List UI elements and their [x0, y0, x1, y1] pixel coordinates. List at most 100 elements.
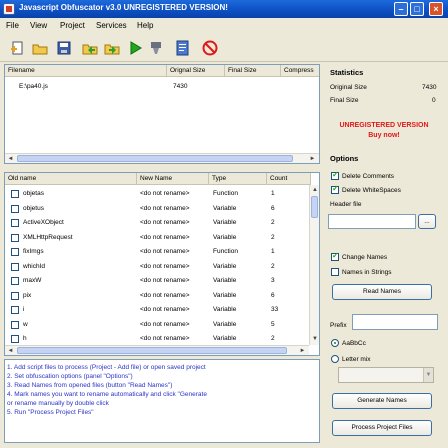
- instruction-line: 3. Read Names from opened files (button …: [7, 382, 173, 389]
- process-project-files-button[interactable]: Process Project Files: [332, 420, 432, 436]
- row-checkbox[interactable]: [11, 219, 19, 227]
- names-header-old[interactable]: Old name: [5, 173, 137, 185]
- new-name-cell: <do not rename>: [140, 233, 190, 241]
- count-cell: 2: [271, 335, 275, 342]
- row-checkbox[interactable]: [11, 320, 19, 329]
- names-in-strings-checkbox[interactable]: [331, 268, 339, 276]
- old-name-cell: w: [23, 320, 28, 328]
- letter-mix-select[interactable]: ▼: [338, 367, 434, 383]
- filter-icon[interactable]: [148, 40, 164, 56]
- table-row[interactable]: whichId <do not rename> Variable 2: [5, 261, 305, 273]
- delete-whitespaces-checkbox[interactable]: [331, 184, 339, 194]
- row-checkbox[interactable]: [11, 248, 19, 256]
- row-checkbox[interactable]: [11, 190, 19, 198]
- aabbcc-radio[interactable]: [331, 339, 339, 347]
- row-checkbox[interactable]: [11, 306, 19, 314]
- files-header-compress[interactable]: Compress: [281, 65, 319, 77]
- buy-now-link[interactable]: Buy now!: [324, 132, 444, 139]
- names-vscroll[interactable]: ▲ ▼: [309, 185, 319, 345]
- files-hscroll[interactable]: ◄ ►: [5, 153, 319, 163]
- prefix-input[interactable]: [352, 314, 438, 330]
- document-icon[interactable]: [175, 40, 191, 56]
- table-row[interactable]: XMLHttpRequest <do not rename> Variable 2: [5, 232, 305, 244]
- change-names-checkbox[interactable]: [331, 251, 339, 261]
- browse-button[interactable]: ...: [418, 214, 436, 229]
- delete-comments-checkbox[interactable]: [331, 170, 339, 180]
- type-cell: Variable: [213, 320, 237, 328]
- open-icon[interactable]: [32, 40, 48, 56]
- letter-mix-radio[interactable]: [331, 355, 339, 363]
- menu-services[interactable]: Services: [96, 21, 127, 30]
- maximize-button[interactable]: □: [410, 2, 424, 16]
- header-file-input[interactable]: [328, 214, 416, 229]
- type-cell: Variable: [213, 306, 237, 313]
- stop-icon[interactable]: [202, 40, 218, 56]
- names-header-new[interactable]: New Name: [137, 173, 209, 185]
- import-icon[interactable]: [104, 40, 120, 56]
- table-row[interactable]: E:\pa40.js 7430: [5, 81, 305, 93]
- names-in-strings-label: Names in Strings: [342, 269, 392, 276]
- table-row[interactable]: ActiveXObject <do not rename> Variable 2: [5, 217, 305, 229]
- scroll-down-icon[interactable]: ▼: [311, 335, 319, 344]
- count-cell: 2: [271, 219, 275, 226]
- table-row[interactable]: h <do not rename> Variable 2: [5, 333, 305, 345]
- row-checkbox[interactable]: [11, 233, 19, 242]
- scroll-right-icon[interactable]: ►: [308, 155, 317, 163]
- menu-view[interactable]: View: [30, 21, 47, 30]
- scroll-left-icon[interactable]: ◄: [6, 155, 15, 163]
- type-cell: Variable: [213, 204, 237, 212]
- scroll-left-icon[interactable]: ◄: [6, 347, 15, 355]
- scroll-up-icon[interactable]: ▲: [311, 186, 319, 195]
- menu-file[interactable]: File: [6, 21, 19, 30]
- type-cell: Variable: [213, 262, 237, 270]
- table-row[interactable]: objetus <do not rename> Variable 6: [5, 203, 305, 215]
- files-header-final[interactable]: Final Size: [225, 65, 281, 77]
- scroll-thumb[interactable]: [17, 155, 293, 162]
- table-row[interactable]: objetas <do not rename> Function 1: [5, 188, 305, 200]
- add-file-icon[interactable]: [10, 40, 26, 56]
- table-row[interactable]: pix <do not rename> Variable 6: [5, 290, 305, 302]
- header-file-label: Header file: [330, 201, 362, 208]
- scroll-thumb[interactable]: [17, 347, 287, 354]
- old-name-cell: h: [23, 335, 27, 342]
- count-cell: 2: [271, 233, 275, 241]
- scroll-thumb[interactable]: [311, 196, 318, 218]
- options-title: Options: [330, 154, 359, 163]
- names-hscroll[interactable]: ◄ ►: [5, 345, 309, 355]
- export-icon[interactable]: [82, 40, 98, 56]
- type-cell: Variable: [213, 291, 237, 299]
- type-cell: Variable: [213, 277, 237, 284]
- row-checkbox[interactable]: [11, 277, 19, 285]
- side-panel: Statistics Original Size 7430 Final Size…: [322, 62, 448, 448]
- app-icon: [3, 3, 15, 15]
- table-row[interactable]: i <do not rename> Variable 33: [5, 304, 305, 316]
- table-row[interactable]: fixImgs <do not rename> Function 1: [5, 246, 305, 258]
- names-header-type[interactable]: Type: [209, 173, 267, 185]
- instructions-box: 1. Add script files to process (Project …: [4, 359, 320, 443]
- minimize-button[interactable]: –: [394, 2, 408, 16]
- scroll-right-icon[interactable]: ►: [298, 347, 307, 355]
- menu-help[interactable]: Help: [137, 21, 153, 30]
- run-icon[interactable]: [127, 40, 143, 56]
- generate-names-button[interactable]: Generate Names: [332, 393, 432, 409]
- original-size-value: 7430: [422, 84, 437, 91]
- row-checkbox[interactable]: [11, 335, 19, 343]
- chevron-down-icon[interactable]: ▼: [423, 368, 433, 382]
- row-checkbox[interactable]: [11, 291, 19, 300]
- row-checkbox[interactable]: [11, 262, 19, 271]
- toolbar: [0, 34, 448, 62]
- count-cell: 1: [271, 248, 275, 255]
- row-checkbox[interactable]: [11, 204, 19, 213]
- files-header-original[interactable]: Orignal Size: [167, 65, 225, 77]
- close-button[interactable]: ×: [429, 2, 443, 16]
- table-row[interactable]: maxW <do not rename> Variable 3: [5, 275, 305, 287]
- read-names-button[interactable]: Read Names: [332, 284, 432, 300]
- menu-project[interactable]: Project: [60, 21, 85, 30]
- old-name-cell: ActiveXObject: [23, 219, 64, 226]
- names-header-count[interactable]: Count: [267, 173, 311, 185]
- table-row[interactable]: w <do not rename> Variable 5: [5, 319, 305, 331]
- save-icon[interactable]: [56, 40, 72, 56]
- files-table: Filename Orignal Size Final Size Compres…: [4, 64, 320, 164]
- type-cell: Function: [213, 190, 238, 197]
- files-header-filename[interactable]: Filename: [5, 65, 167, 77]
